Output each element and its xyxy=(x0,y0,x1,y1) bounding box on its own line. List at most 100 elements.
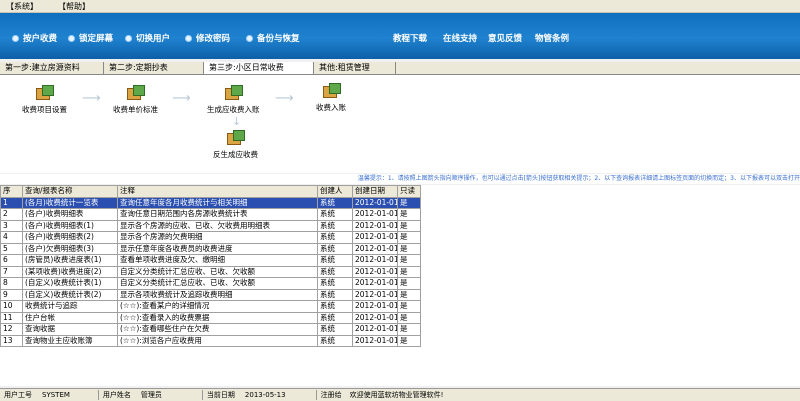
toolbar-backup-button[interactable]: 备份与恢复 xyxy=(246,32,300,44)
table-row[interactable]: 13 查询物业主应收账簿 (☆☆):浏览各户应收费用 系统 2012-01-01 是 xyxy=(0,334,421,347)
table-row[interactable]: 12 查询收据 (☆☆):查看哪些住户在欠费 系统 2012-01-01 是 xyxy=(0,323,421,336)
status-date-label: 当前日期 xyxy=(206,391,235,399)
col-header-readonly[interactable]: 只读 xyxy=(397,185,421,198)
divider xyxy=(315,390,317,400)
money-icon xyxy=(36,85,54,100)
table-cell: 是 xyxy=(397,323,421,336)
flow-item-fee-setup[interactable]: 收费项目设置 xyxy=(22,85,67,115)
table-cell: 查询任意年度各月收费统计与相关明细 xyxy=(117,196,318,209)
table-cell: 查看单项收费进度及欠、缴明细 xyxy=(117,254,318,267)
col-header-note[interactable]: 注释 xyxy=(117,185,318,198)
table-cell: 系统 xyxy=(317,196,353,209)
table-cell: 9 xyxy=(0,288,23,301)
table-cell: (某项收费)收费进度(2) xyxy=(22,265,118,278)
table-cell: 系统 xyxy=(317,231,353,244)
col-header-no[interactable]: 序 xyxy=(0,185,23,198)
tab-other[interactable]: 其他:租赁管理 xyxy=(314,62,396,74)
toolbar-banner: 按户收费 锁定屏幕 切换用户 修改密码 备份与恢复 教程下载 在线支持 意见反馈… xyxy=(0,13,800,59)
table-cell: 系统 xyxy=(317,208,353,221)
table-cell: (各户)收费明细表(1) xyxy=(22,219,118,232)
money-icon xyxy=(322,83,341,98)
table-cell: 系统 xyxy=(317,334,353,347)
table-cell: 2012-01-01 xyxy=(352,334,398,347)
table-cell: 4 xyxy=(0,231,23,244)
table-cell: 系统 xyxy=(317,311,353,324)
money-icon xyxy=(224,85,243,100)
status-user-no-label: 用户工号 xyxy=(4,391,32,399)
table-cell: 是 xyxy=(397,334,421,347)
col-header-creator[interactable]: 创建人 xyxy=(317,185,353,198)
table-cell: (各户)欠费明细表(3) xyxy=(22,242,118,255)
table-row[interactable]: 10 收费统计与追踪 (☆☆):查看某户的详细情况 系统 2012-01-01 是 xyxy=(0,300,421,313)
table-row[interactable]: 4 (各户)收费明细表(2) 显示各个房源的欠费明细 系统 2012-01-01 是 xyxy=(0,231,421,244)
toolbar-feedback-link[interactable]: 意见反馈 xyxy=(488,32,522,44)
table-row[interactable]: 6 (房管员)收费进度表(1) 查看单项收费进度及欠、缴明细 系统 2012-01-01… xyxy=(0,254,421,267)
menu-system[interactable]: 【系统】 xyxy=(6,1,38,12)
toolbar-support-link[interactable]: 在线支持 xyxy=(443,32,477,44)
table-row[interactable]: 11 住户台帐 (☆☆):查看录入的收费票据 系统 2012-01-01 是 xyxy=(0,311,421,324)
tab-step3[interactable]: 第三步:小区日常收费 xyxy=(204,62,314,74)
table-cell: 查询收据 xyxy=(22,323,118,336)
menu-help[interactable]: 【帮助】 xyxy=(58,1,90,12)
table-cell: 是 xyxy=(397,265,421,278)
table-cell: 查询任意日期范围内各房源收费统计表 xyxy=(117,208,318,221)
status-reg: 欢迎使用蓝软坊物业管理软件! xyxy=(349,391,444,399)
status-user-no: SYSTEM xyxy=(42,391,70,399)
divider xyxy=(97,390,99,400)
table-cell: 2012-01-01 xyxy=(352,254,398,267)
table-cell: 显示各个房源的应收、已收、欠收费用明细表 xyxy=(117,219,318,232)
table-cell: 2012-01-01 xyxy=(352,208,398,221)
tab-step1[interactable]: 第一步:建立房源资料 xyxy=(0,62,104,74)
table-cell: 显示任意年度各收费员的收费进度 xyxy=(117,242,318,255)
table-cell: 2012-01-01 xyxy=(352,231,398,244)
col-header-name[interactable]: 查询/报表名称 xyxy=(22,185,118,198)
toolbar-lock-button[interactable]: 锁定屏幕 xyxy=(68,32,113,44)
table-cell: 10 xyxy=(0,300,23,313)
table-cell: (☆☆):查看哪些住户在欠费 xyxy=(117,323,318,336)
table-cell: 收费统计与追踪 xyxy=(22,300,118,313)
table-cell: 2012-01-01 xyxy=(352,277,398,290)
table-cell: 是 xyxy=(397,219,421,232)
bullet-icon xyxy=(125,34,132,42)
table-cell: 2 xyxy=(0,208,23,221)
status-user-name: 管理员 xyxy=(140,391,162,399)
table-row[interactable]: 9 (自定义)收费统计表(2) 显示各项收费统计及追踪收费明细 系统 2012-01-0… xyxy=(0,288,421,301)
toolbar-regulations-link[interactable]: 物管条例 xyxy=(535,32,569,44)
col-header-date[interactable]: 创建日期 xyxy=(352,185,398,198)
table-row[interactable]: 5 (各户)欠费明细表(3) 显示任意年度各收费员的收费进度 系统 2012-01-01… xyxy=(0,242,421,255)
table-cell: 2012-01-01 xyxy=(352,196,398,209)
table-cell: 自定义分类统计汇总应收、已收、欠收额 xyxy=(117,265,318,278)
toolbar-tutorial-link[interactable]: 教程下载 xyxy=(393,32,427,44)
table-cell: 5 xyxy=(0,242,23,255)
tab-step2[interactable]: 第二步:定期抄表 xyxy=(104,62,204,74)
toolbar-password-button[interactable]: 修改密码 xyxy=(185,32,230,44)
status-reg-label: 注册给 xyxy=(320,391,342,399)
table-cell: (各户)收费明细表 xyxy=(22,208,118,221)
table-cell: 系统 xyxy=(317,277,353,290)
flow-item-price-standard[interactable]: 收费单价标准 xyxy=(113,85,158,115)
table-row[interactable]: 3 (各户)收费明细表(1) 显示各个房源的应收、已收、欠收费用明细表 系统 2012-… xyxy=(0,219,421,232)
table-cell: (☆☆):查看某户的详细情况 xyxy=(117,300,318,313)
table-cell: 系统 xyxy=(317,288,353,301)
flow-item-charge-entry[interactable]: 收费入账 xyxy=(316,83,346,113)
table-row[interactable]: 1 (各月)收费统计一览表 查询任意年度各月收费统计与相关明细 系统 2012-01-0… xyxy=(0,196,421,209)
table-row[interactable]: 2 (各户)收费明细表 查询任意日期范围内各房源收费统计表 系统 2012-01-01 是 xyxy=(0,208,421,221)
bullet-icon xyxy=(246,34,253,42)
workflow-panel: 收费项目设置 ⟶ 收费单价标准 ⟶ 生成应收费入账 ⟶ 收费入账 ↓ 反生成应收… xyxy=(0,75,800,173)
flow-item-reverse-receivable[interactable]: 反生成应收费 xyxy=(213,130,258,160)
toolbar-switch-user-button[interactable]: 切换用户 xyxy=(125,32,170,44)
table-cell: (房管员)收费进度表(1) xyxy=(22,254,118,267)
table-cell: (各月)收费统计一览表 xyxy=(22,196,118,209)
status-user-name-label: 用户姓名 xyxy=(102,391,131,399)
table-cell: 显示各个房源的欠费明细 xyxy=(117,231,318,244)
divider xyxy=(201,390,203,400)
toolbar-charge-button[interactable]: 按户收费 xyxy=(12,32,57,44)
table-cell: 系统 xyxy=(317,265,353,278)
flow-item-generate-receivable[interactable]: 生成应收费入账 xyxy=(207,85,260,115)
table-cell: 2012-01-01 xyxy=(352,242,398,255)
table-row[interactable]: 8 (自定义)收费统计表(1) 自定义分类统计汇总应收、已收、欠收额 系统 2012-0… xyxy=(0,277,421,290)
table-cell: 是 xyxy=(397,242,421,255)
status-date: 2013-05-13 xyxy=(244,391,286,399)
table-cell: 是 xyxy=(397,300,421,313)
table-row[interactable]: 7 (某项收费)收费进度(2) 自定义分类统计汇总应收、已收、欠收额 系统 2012-0… xyxy=(0,265,421,278)
